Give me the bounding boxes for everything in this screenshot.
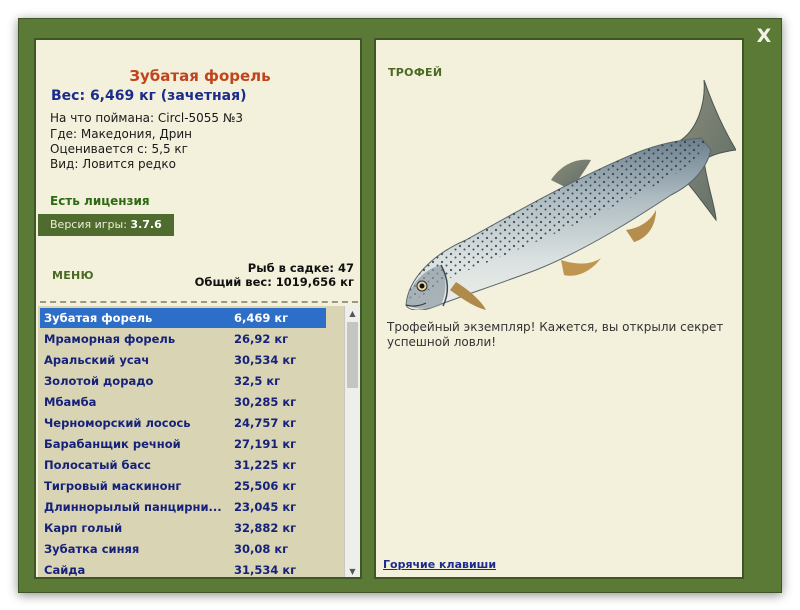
catch-item-weight: 30,285 кг (234, 395, 297, 409)
catch-item-name: Тигровый маскинонг (44, 479, 182, 493)
keepnet-count: Рыб в садке: 47 (247, 261, 354, 275)
catch-item-weight: 32,882 кг (234, 521, 297, 535)
catch-item-weight: 30,534 кг (234, 353, 297, 367)
catch-item-name: Сайда (44, 563, 86, 577)
catch-item-name: Полосатый басс (44, 458, 151, 472)
hotkeys-link[interactable]: Горячие клавиши (383, 558, 496, 571)
catch-item-weight: 24,757 кг (234, 416, 297, 430)
catch-item-weight: 30,08 кг (234, 542, 289, 556)
version-label: Версия игры: (50, 218, 127, 231)
trout-image (405, 79, 736, 310)
scrollbar-thumb[interactable] (347, 322, 358, 388)
catch-item-weight: 31,534 кг (234, 563, 297, 577)
catch-item-weight: 31,225 кг (234, 458, 297, 472)
catch-list-item[interactable]: Зубатка синяя 30,08 кг (40, 539, 326, 559)
trophy-description: Трофейный экземпляр! Кажется, вы открыли… (387, 320, 724, 349)
catch-list-item[interactable]: Карп голый 32,882 кг (40, 518, 326, 538)
catch-item-name: Зубатая форель (44, 311, 153, 325)
license-status: Есть лицензия (50, 194, 150, 208)
catch-item-weight: 6,469 кг (234, 311, 289, 325)
catch-list-item[interactable]: Мраморная форель 26,92 кг (40, 329, 326, 349)
version-value: 3.7.6 (130, 218, 162, 231)
catch-list-item[interactable]: Золотой дорадо 32,5 кг (40, 371, 326, 391)
location-text: Где: Македония, Дрин (50, 127, 192, 141)
catch-list-item[interactable]: Тигровый маскинонг 25,506 кг (40, 476, 326, 496)
catch-item-name: Мбамба (44, 395, 97, 409)
catch-stats: Рыб в садке: 47 Общий вес: 1019,656 кг (195, 261, 354, 289)
catch-list[interactable]: Зубатая форель 6,469 кг Мраморная форель 26… (38, 306, 360, 577)
catch-item-name: Барабанщик речной (44, 437, 181, 451)
rarity-text: Вид: Ловится редко (50, 157, 176, 171)
menu-button[interactable]: МЕНЮ (52, 269, 94, 282)
catch-list-item[interactable]: Полосатый басс 31,225 кг (40, 455, 326, 475)
catch-list-item[interactable]: Черноморский лосось 24,757 кг (40, 413, 326, 433)
catch-list-item[interactable]: Зубатая форель 6,469 кг (40, 308, 326, 328)
catch-item-name: Аральский усач (44, 353, 150, 367)
close-icon[interactable]: X (752, 24, 776, 48)
catch-list-item[interactable]: Длиннорылый панцирни... 23,045 кг (40, 497, 326, 517)
catch-item-name: Золотой дорадо (44, 374, 154, 388)
fish-name: Зубатая форель (129, 67, 271, 85)
version-badge: Версия игры: 3.7.6 (38, 214, 174, 236)
fish-info-panel: Зубатая форель Вес: 6,469 кг (зачетная) … (34, 38, 362, 579)
catch-list-item[interactable]: Мбамба 30,285 кг (40, 392, 326, 412)
catch-item-weight: 27,191 кг (234, 437, 297, 451)
trophy-panel: ТРОФЕЙ Трофейный экземпляр! Кажется, вы … (374, 38, 744, 579)
catch-item-name: Карп голый (44, 521, 123, 535)
catch-list-item[interactable]: Барабанщик речной 27,191 кг (40, 434, 326, 454)
up-arrow-icon[interactable]: ▲ (345, 306, 360, 321)
catch-list-item[interactable]: Сайда 31,534 кг (40, 560, 326, 577)
caught-on-text: На что поймана: Circl-5055 №3 (50, 111, 243, 125)
catch-item-weight: 23,045 кг (234, 500, 297, 514)
catch-item-name: Длиннорылый панцирни... (44, 500, 222, 514)
fish-weight: Вес: 6,469 кг (зачетная) (51, 88, 247, 104)
catch-item-name: Мраморная форель (44, 332, 176, 346)
catch-item-weight: 26,92 кг (234, 332, 289, 346)
catch-item-weight: 25,506 кг (234, 479, 297, 493)
list-scrollbar[interactable]: ▲ ▼ (344, 306, 360, 577)
catch-list-item[interactable]: Аральский усач 30,534 кг (40, 350, 326, 370)
total-weight: Общий вес: 1019,656 кг (194, 275, 354, 289)
catch-item-weight: 32,5 кг (234, 374, 281, 388)
valued-from-text: Оценивается с: 5,5 кг (50, 142, 188, 156)
catch-item-name: Зубатка синяя (44, 542, 140, 556)
catch-item-name: Черноморский лосось (44, 416, 191, 430)
dashed-divider (40, 301, 358, 303)
down-arrow-icon[interactable]: ▼ (345, 564, 360, 577)
